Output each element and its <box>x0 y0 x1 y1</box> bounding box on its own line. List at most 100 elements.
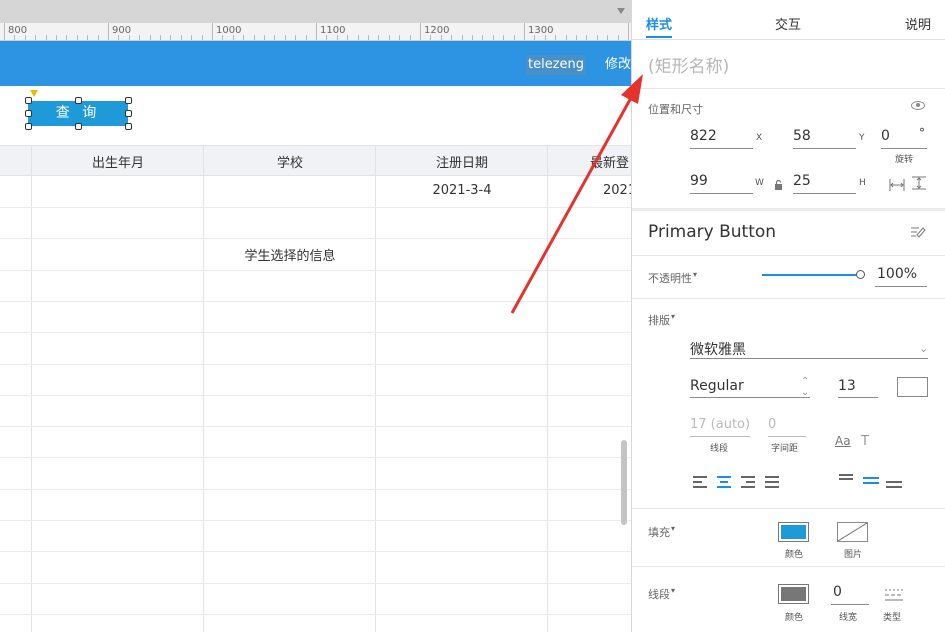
design-canvas[interactable]: 800 900 1000 1100 1200 1300 telezeng 修改 … <box>0 0 631 632</box>
font-weight-select[interactable]: Regular <box>690 378 744 394</box>
valign-top-icon[interactable] <box>839 474 855 486</box>
align-center-icon[interactable] <box>717 476 733 488</box>
h-label: H <box>859 178 866 188</box>
resize-handle[interactable] <box>125 123 132 130</box>
edit-style-icon[interactable] <box>910 224 926 238</box>
ruler-tick <box>264 35 265 40</box>
modify-link[interactable]: 修改 <box>605 55 631 75</box>
resize-handle[interactable] <box>25 97 32 104</box>
rotation-underline <box>881 148 927 149</box>
column-header-latest: 最新登 <box>590 156 630 171</box>
username-label[interactable]: telezeng <box>526 55 587 75</box>
stroke-width-label: 线宽 <box>839 613 858 623</box>
align-left-icon[interactable] <box>693 476 709 488</box>
opacity-slider-track[interactable] <box>762 274 860 276</box>
valign-middle-icon[interactable] <box>863 477 879 489</box>
ruler-tick <box>191 35 193 40</box>
text-case-icon[interactable]: Aa <box>835 434 851 448</box>
y-field[interactable]: 58 <box>793 128 811 144</box>
ruler-tick <box>607 35 609 40</box>
fill-color-swatch[interactable] <box>778 522 809 542</box>
caret-down-icon[interactable]: ▾ <box>671 312 675 321</box>
table-row <box>0 300 631 302</box>
fit-width-icon[interactable] <box>889 176 905 191</box>
y-label: Y <box>859 133 865 143</box>
line-height-field[interactable]: 17 (auto) <box>690 417 750 432</box>
stepper-icon[interactable]: ⌃ ⌄ <box>801 376 809 398</box>
vertical-scrollbar-thumb[interactable] <box>621 440 627 525</box>
height-field[interactable]: 25 <box>793 173 811 189</box>
eye-icon[interactable] <box>911 101 925 110</box>
x-field[interactable]: 822 <box>690 128 717 144</box>
caret-down-icon[interactable]: ▾ <box>693 270 697 279</box>
font-color-swatch[interactable] <box>897 377 928 397</box>
font-family-select[interactable]: 微软雅黑 <box>690 339 746 359</box>
ruler-tick <box>222 35 224 40</box>
position-size-title: 位置和尺寸 <box>648 103 703 116</box>
caret-down-icon[interactable]: ▾ <box>671 586 675 595</box>
stroke-type-icon[interactable] <box>885 587 903 601</box>
align-right-icon[interactable] <box>741 476 757 488</box>
horizontal-ruler: 800 900 1000 1100 1200 1300 <box>0 23 631 41</box>
fill-color-label: 颜色 <box>785 550 804 560</box>
table-column-divider <box>31 145 32 632</box>
table-column-divider <box>547 145 548 632</box>
resize-handle[interactable] <box>75 97 82 104</box>
letter-spacing-field[interactable]: 0 <box>768 417 776 432</box>
opacity-value[interactable]: 100% <box>877 266 917 282</box>
resize-handle[interactable] <box>25 123 32 130</box>
ruler-tick <box>35 35 37 40</box>
ruler-tick <box>596 35 598 40</box>
text-shadow-icon[interactable]: T <box>861 434 869 449</box>
x-field-underline <box>690 148 753 149</box>
stroke-width-field[interactable]: 0 <box>833 584 842 600</box>
ruler-tick <box>586 35 588 40</box>
ruler-tick <box>388 35 390 40</box>
ruler-tick <box>409 35 411 40</box>
resize-handle[interactable] <box>125 110 132 117</box>
resize-handle[interactable] <box>25 110 32 117</box>
ruler-tick <box>139 35 141 40</box>
ruler-tick <box>451 35 453 40</box>
typography-label: 排版 <box>648 314 670 327</box>
ruler-tick <box>503 35 505 40</box>
table-cell: 2021 <box>603 183 631 198</box>
table-header-row: 出生年月 学校 注册日期 最新登 <box>0 145 631 176</box>
letter-spacing-label: 字间距 <box>771 444 799 454</box>
ruler-tick <box>24 35 26 40</box>
tab-style[interactable]: 样式 <box>646 14 672 33</box>
table-cell: 学生选择的信息 <box>244 249 336 264</box>
stroke-color-swatch[interactable] <box>778 584 809 604</box>
height-underline <box>793 193 856 194</box>
horizontal-scrollbar[interactable] <box>0 0 631 23</box>
x-label: X <box>756 133 763 143</box>
ruler-tick <box>628 23 629 40</box>
lock-icon[interactable] <box>774 175 783 190</box>
fit-height-icon[interactable] <box>912 175 926 190</box>
chevron-down-icon[interactable]: ⌄ <box>919 342 928 355</box>
ruler-label: 1000 <box>216 25 242 36</box>
tab-interaction[interactable]: 交互 <box>775 14 801 33</box>
w-label: W <box>755 178 764 188</box>
shape-name-input[interactable]: (矩形名称) <box>648 52 729 77</box>
rotation-field[interactable]: 0 <box>881 128 890 144</box>
font-size-field[interactable]: 13 <box>838 378 856 394</box>
align-justify-icon[interactable] <box>765 476 781 488</box>
rotation-label: 旋转 <box>895 155 914 165</box>
opacity-label: 不透明性 <box>648 272 692 285</box>
line-height-label: 线段 <box>710 444 729 454</box>
scroll-dropdown-icon[interactable] <box>617 8 625 14</box>
caret-down-icon[interactable]: ▾ <box>671 524 675 533</box>
opacity-slider-knob[interactable] <box>856 270 865 279</box>
table-row <box>0 457 631 459</box>
resize-handle[interactable] <box>75 123 82 130</box>
width-field[interactable]: 99 <box>690 173 708 189</box>
fill-image-swatch[interactable] <box>837 522 868 542</box>
ruler-tick <box>118 35 120 40</box>
tab-notes[interactable]: 说明 <box>905 14 931 33</box>
resize-handle[interactable] <box>125 97 132 104</box>
ruler-tick <box>472 35 473 40</box>
style-name-heading[interactable]: Primary Button <box>648 222 776 242</box>
valign-bottom-icon[interactable] <box>886 481 902 493</box>
ruler-tick <box>149 35 151 40</box>
